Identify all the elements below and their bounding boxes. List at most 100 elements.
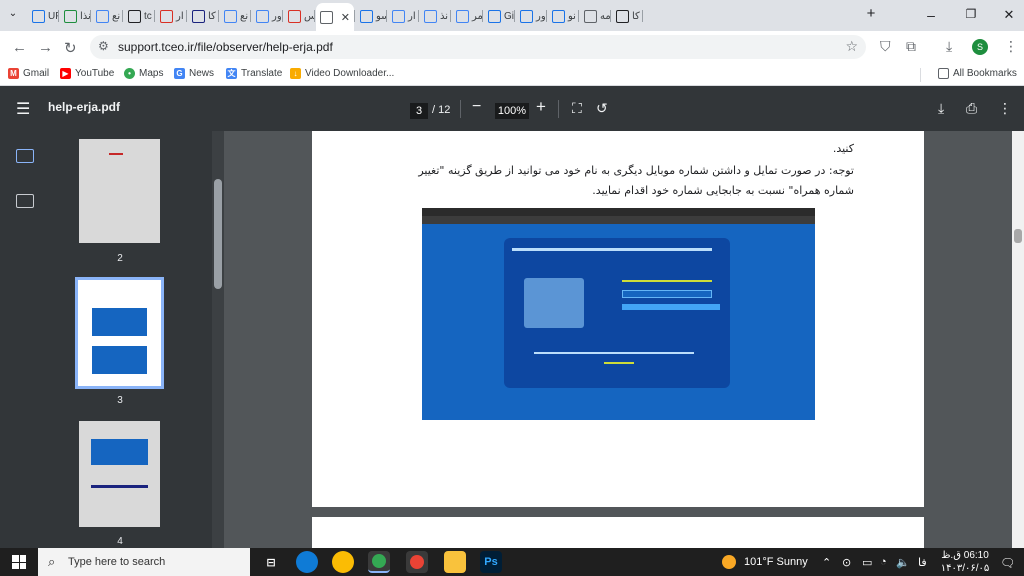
zoom-out-icon[interactable]: − — [472, 98, 481, 116]
tab-2[interactable]: نع — [92, 5, 122, 27]
zoom-input[interactable]: 100% — [495, 103, 529, 119]
tab-7[interactable]: ور — [252, 5, 282, 27]
pdf-download-icon[interactable]: ⤓ — [938, 100, 944, 117]
viewer-scroll-thumb[interactable] — [1014, 229, 1022, 243]
sidebar-scrollbar[interactable] — [212, 131, 224, 548]
thumbnail-page-2[interactable] — [79, 139, 160, 243]
bookmark-video-downloader[interactable]: ↓ Video Downloader... — [290, 68, 394, 79]
back-icon[interactable]: ← — [12, 39, 27, 56]
site-info-icon[interactable]: ⚙ — [98, 39, 109, 53]
tab-0[interactable]: UF — [28, 5, 58, 27]
thumbnail-page-3[interactable] — [75, 277, 164, 389]
tab-divider — [282, 10, 283, 22]
rotate-icon[interactable]: ↺ — [596, 100, 608, 117]
bookmark-maps[interactable]: • Maps — [124, 68, 163, 79]
network-icon[interactable]: ▭ — [862, 556, 872, 569]
shield-extension-icon[interactable]: ⛉ — [880, 38, 891, 55]
print-icon[interactable]: ⎙ — [966, 100, 977, 117]
sidebar-menu-icon[interactable]: ☰ — [16, 99, 30, 119]
restore-icon[interactable]: ❐ — [964, 7, 978, 21]
tab-18[interactable]: کا — [612, 5, 642, 27]
chrome-icon[interactable] — [332, 551, 354, 573]
fit-page-icon[interactable]: ⛶ — [572, 100, 582, 117]
forward-icon[interactable]: → — [38, 39, 53, 56]
thumbnail-sidebar: 2 3 4 — [0, 131, 212, 548]
tray-app-icon[interactable]: ⊙ — [842, 556, 851, 569]
tab-5[interactable]: کا — [188, 5, 218, 27]
thumbnail-page-4[interactable] — [79, 421, 160, 527]
pdf-more-icon[interactable]: ⋮ — [998, 100, 1012, 117]
green-plus-icon — [64, 9, 77, 23]
shot-button — [622, 304, 720, 310]
translate-icon: 文 — [226, 68, 237, 79]
tab-divider — [642, 10, 643, 22]
tab-divider — [450, 10, 451, 22]
tab-13[interactable]: مر — [452, 5, 482, 27]
tab-search-icon[interactable]: ⌄ — [6, 8, 20, 19]
tray-chevron-icon[interactable]: ⌃ — [822, 556, 831, 569]
all-bookmarks[interactable]: All Bookmarks — [938, 68, 1017, 79]
pdf-title: help-erja.pdf — [48, 100, 121, 114]
clock-date[interactable]: ۱۴۰۳/۰۶/۰۵ — [938, 563, 992, 574]
tab-6[interactable]: نع — [220, 5, 250, 27]
zoom-in-icon[interactable]: + — [536, 97, 546, 117]
chrome-profile-icon[interactable] — [368, 551, 390, 573]
windows-taskbar: ⌕ Type here to search ⊟ Ps 101°F Sunny ⌃… — [0, 548, 1024, 576]
tab-10[interactable]: سو — [356, 5, 386, 27]
tab-14[interactable]: Gi — [484, 5, 514, 27]
tab-12[interactable]: نذ — [420, 5, 450, 27]
language-indicator[interactable]: فا — [918, 556, 927, 569]
close-tab-icon[interactable]: ✕ — [341, 11, 350, 24]
viewer-scrollbar[interactable] — [1012, 131, 1024, 548]
tab-16[interactable]: نو — [548, 5, 578, 27]
tab-3[interactable]: tc — [124, 5, 154, 27]
weather-text[interactable]: 101°F Sunny — [744, 556, 808, 568]
taskbar-search[interactable]: ⌕ Type here to search — [38, 548, 250, 576]
notifications-icon[interactable]: 🗨 — [1000, 556, 1015, 570]
thumbnails-view-icon[interactable] — [16, 149, 34, 163]
sidebar-scroll-thumb[interactable] — [214, 179, 222, 289]
reload-icon[interactable]: ↻ — [64, 39, 77, 57]
tab-divider — [514, 10, 515, 22]
tab-divider — [58, 10, 59, 22]
tab-divider — [610, 10, 611, 22]
page-number-input[interactable]: 3 — [410, 103, 428, 119]
address-bar[interactable]: ⚙ support.tceo.ir/file/observer/help-erj… — [90, 35, 866, 59]
file-explorer-icon[interactable] — [444, 551, 466, 573]
menu-kebab-icon[interactable]: ⋮ — [1004, 38, 1018, 55]
tab-17[interactable]: مه — [580, 5, 610, 27]
tab-8[interactable]: س — [284, 5, 314, 27]
task-view-icon[interactable]: ⊟ — [260, 551, 282, 573]
tab-4[interactable]: ار — [156, 5, 186, 27]
new-tab-button[interactable]: + — [864, 5, 878, 22]
wifi-icon[interactable]: ◔ — [880, 556, 887, 568]
chrome-alt-icon[interactable] — [406, 551, 428, 573]
doc-icon — [32, 9, 45, 23]
a-icon — [552, 9, 565, 23]
windows-start-icon[interactable] — [12, 555, 26, 569]
bookmark-news[interactable]: G News — [174, 68, 214, 79]
google-icon — [456, 9, 469, 23]
outline-view-icon[interactable] — [16, 194, 34, 208]
bookmark-translate[interactable]: 文 Translate — [226, 68, 282, 79]
edge-icon[interactable] — [296, 551, 318, 573]
maps-icon: • — [124, 68, 135, 79]
globe-icon — [320, 10, 333, 24]
tab-label: نذ — [440, 10, 449, 22]
tab-1[interactable]: نذا — [60, 5, 90, 27]
extensions-icon[interactable]: ⧉ — [906, 38, 916, 55]
bookmark-youtube[interactable]: ▶ YouTube — [60, 68, 114, 79]
tab-15[interactable]: ور — [516, 5, 546, 27]
tab-9[interactable]: ✕ — [316, 3, 354, 31]
clock-time[interactable]: 06:10 ق.ظ — [938, 550, 992, 561]
photoshop-icon[interactable]: Ps — [480, 551, 502, 573]
download-icon[interactable]: ⤓ — [946, 38, 952, 55]
close-window-icon[interactable]: ✕ — [1002, 7, 1016, 23]
profile-avatar[interactable]: S — [972, 39, 988, 55]
minimize-icon[interactable]: – — [924, 7, 938, 23]
bookmark-gmail[interactable]: M Gmail — [8, 68, 49, 79]
volume-icon[interactable]: 🔈 — [896, 556, 910, 569]
bookmark-star-icon[interactable]: ☆ — [845, 38, 858, 55]
url-text[interactable]: support.tceo.ir/file/observer/help-erja.… — [118, 40, 333, 54]
tab-11[interactable]: ار — [388, 5, 418, 27]
